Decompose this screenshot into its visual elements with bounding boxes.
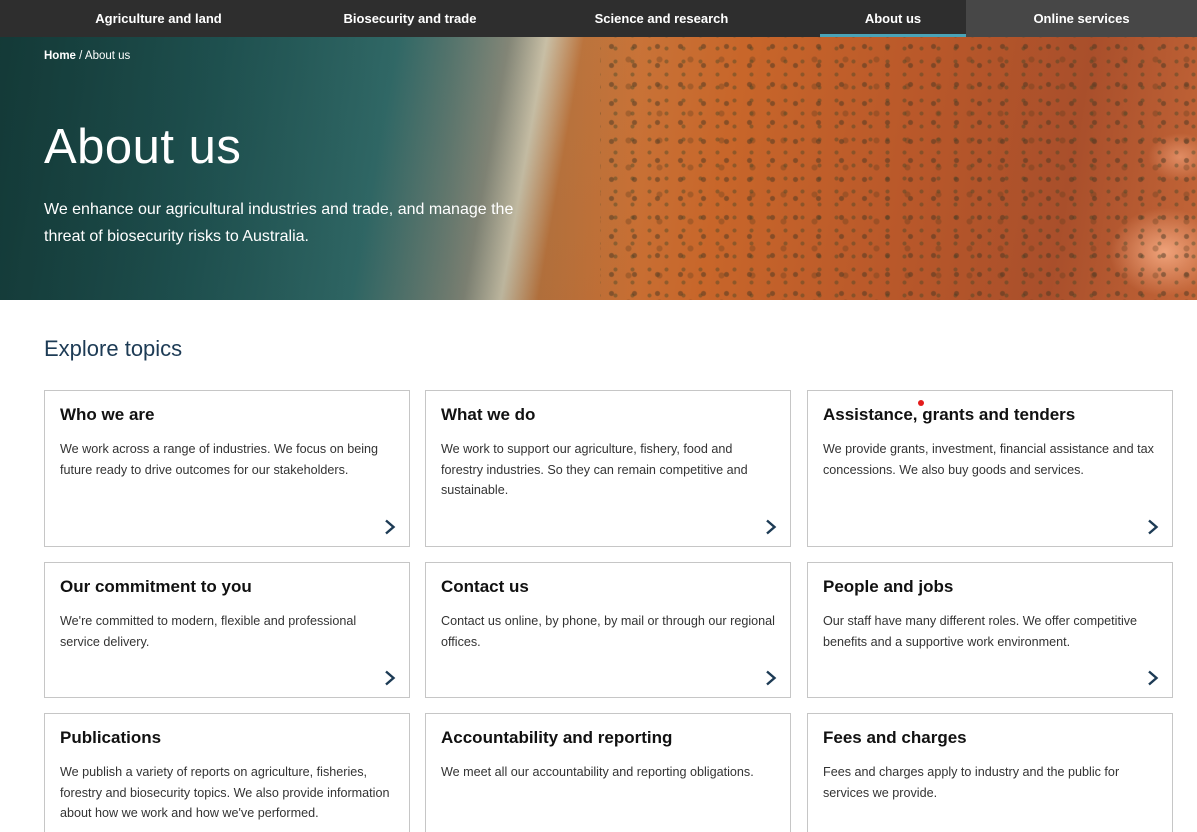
- card-text: Contact us online, by phone, by mail or …: [441, 614, 775, 649]
- breadcrumb-current: About us: [84, 50, 131, 62]
- card-title: Contact us: [441, 577, 529, 596]
- chevron-right-icon[interactable]: [1146, 519, 1160, 535]
- card-title: Assistance, grants and tenders: [823, 405, 1076, 424]
- chevron-right-icon[interactable]: [764, 670, 778, 686]
- topic-card-who-we-are[interactable]: Who we are We work across a range of ind…: [44, 390, 410, 547]
- card-text: We provide grants, investment, financial…: [823, 442, 1154, 477]
- card-title: What we do: [441, 405, 536, 424]
- chevron-right-icon[interactable]: [383, 519, 397, 535]
- topic-card-publications[interactable]: Publications We publish a variety of rep…: [44, 713, 410, 832]
- card-title: Fees and charges: [823, 728, 967, 747]
- card-title: People and jobs: [823, 577, 954, 596]
- topic-card-what-we-do[interactable]: What we do We work to support our agricu…: [425, 390, 791, 547]
- nav-agriculture-and-land[interactable]: Agriculture and land: [0, 0, 317, 37]
- topic-card-accountability-reporting[interactable]: Accountability and reporting We meet all…: [425, 713, 791, 832]
- hero-banner: Home / About us About us We enhance our …: [0, 37, 1197, 300]
- breadcrumb-home-link[interactable]: Home: [44, 50, 76, 62]
- cursor-indicator-dot: [918, 400, 924, 406]
- card-text: Fees and charges apply to industry and t…: [823, 765, 1120, 800]
- topic-card-fees-and-charges[interactable]: Fees and charges Fees and charges apply …: [807, 713, 1173, 832]
- card-title: Our commitment to you: [60, 577, 252, 596]
- topic-card-contact-us[interactable]: Contact us Contact us online, by phone, …: [425, 562, 791, 698]
- nav-about-us[interactable]: About us: [820, 0, 966, 37]
- chevron-right-icon[interactable]: [1146, 670, 1160, 686]
- main-navigation: Agriculture and land Biosecurity and tra…: [0, 0, 1197, 37]
- breadcrumb-separator: /: [75, 50, 85, 62]
- page-description: We enhance our agricultural industries a…: [44, 201, 514, 245]
- explore-topics-heading: Explore topics: [44, 336, 183, 361]
- topic-card-people-and-jobs[interactable]: People and jobs Our staff have many diff…: [807, 562, 1173, 698]
- hero-background-texture: [600, 37, 1197, 300]
- nav-biosecurity-and-trade[interactable]: Biosecurity and trade: [317, 0, 503, 37]
- chevron-right-icon[interactable]: [764, 519, 778, 535]
- topic-card-our-commitment[interactable]: Our commitment to you We're committed to…: [44, 562, 410, 698]
- card-text: We meet all our accountability and repor…: [441, 765, 754, 779]
- card-text: Our staff have many different roles. We …: [823, 614, 1138, 649]
- card-text: We're committed to modern, flexible and …: [60, 614, 357, 649]
- chevron-right-icon[interactable]: [383, 670, 397, 686]
- page-title: About us: [44, 120, 242, 174]
- card-text: We publish a variety of reports on agric…: [60, 765, 390, 820]
- card-text: We work to support our agriculture, fish…: [441, 442, 748, 497]
- nav-online-services[interactable]: Online services: [966, 0, 1197, 37]
- card-title: Who we are: [60, 405, 155, 424]
- topic-card-assistance-grants-tenders[interactable]: Assistance, grants and tenders We provid…: [807, 390, 1173, 547]
- card-title: Accountability and reporting: [441, 728, 673, 747]
- card-text: We work across a range of industries. We…: [60, 442, 379, 477]
- nav-science-and-research[interactable]: Science and research: [503, 0, 820, 37]
- card-title: Publications: [60, 728, 162, 747]
- breadcrumb: Home / About us: [44, 50, 130, 62]
